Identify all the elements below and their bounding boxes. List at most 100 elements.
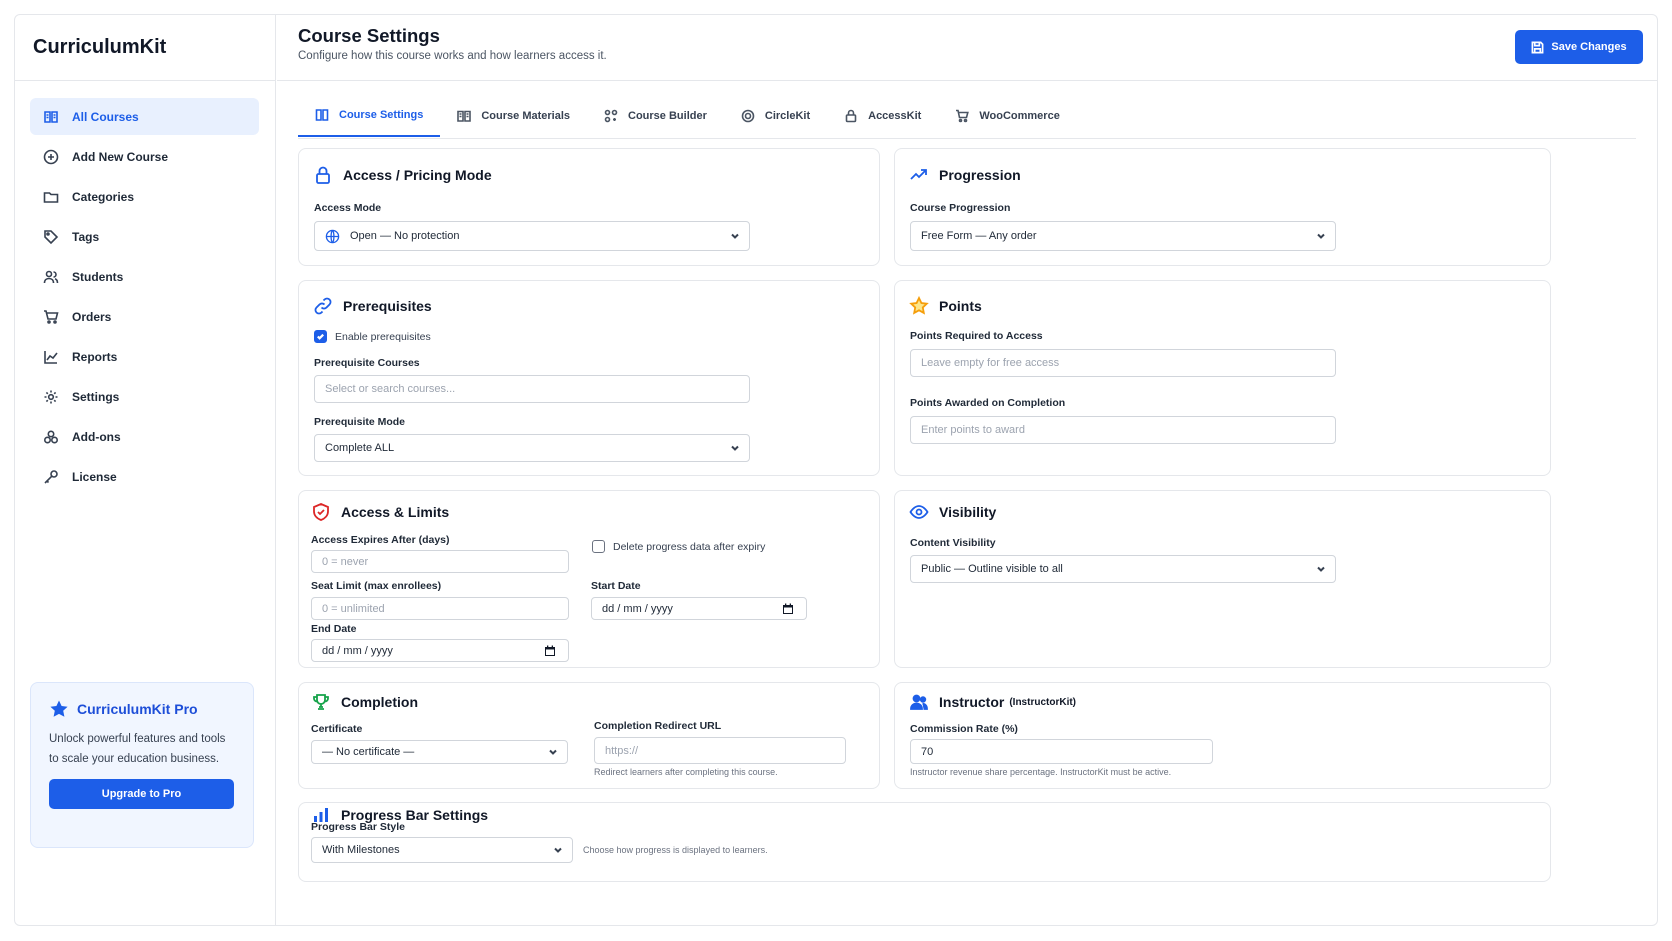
- tab-course-materials[interactable]: Course Materials: [440, 95, 587, 137]
- upgrade-button[interactable]: Upgrade to Pro: [49, 779, 234, 809]
- tab-course-settings[interactable]: Course Settings: [298, 95, 441, 137]
- visibility-title: Visibility: [939, 504, 997, 520]
- progression-card: Progression Course Progression Free Form…: [894, 148, 1551, 266]
- certificate-value: — No certificate —: [322, 746, 415, 758]
- delete-progress-label: Delete progress data after expiry: [613, 540, 766, 553]
- pro-promo-text: Unlock powerful features and tools to sc…: [49, 733, 226, 765]
- sidebar-item-label: All Courses: [72, 109, 139, 124]
- book-icon: [42, 108, 60, 126]
- completion-card: Completion Certificate — No certificate …: [298, 682, 880, 789]
- progress-bar-style-value: With Milestones: [322, 844, 400, 856]
- redirect-url-input[interactable]: https://: [594, 737, 846, 764]
- sidebar-item-students[interactable]: Students: [30, 258, 259, 295]
- builder-icon: [604, 109, 618, 123]
- certificate-label: Certificate: [311, 723, 363, 735]
- sidebar-item-label: Categories: [72, 189, 135, 204]
- chart-line-icon: [42, 348, 60, 366]
- star-icon: [909, 296, 929, 315]
- access-expires-input[interactable]: 0 = never: [311, 550, 569, 573]
- start-date-value: dd / mm / yyyy: [602, 602, 673, 615]
- cart-icon: [956, 109, 970, 123]
- sidebar-item-all-courses[interactable]: All Courses: [30, 98, 259, 135]
- delete-progress-checkbox[interactable]: Delete progress data after expiry: [592, 540, 765, 553]
- access-expires-label: Access Expires After (days): [311, 534, 450, 546]
- certificate-select[interactable]: — No certificate —: [311, 740, 568, 764]
- calendar-icon: [545, 645, 555, 656]
- sidebar-item-categories[interactable]: Categories: [30, 178, 259, 215]
- tab-label: Course Builder: [628, 110, 707, 122]
- pro-promo-card: CurriculumKit Pro Unlock powerful featur…: [30, 682, 254, 848]
- page-title: Course Settings: [298, 25, 440, 46]
- access-title: Access / Pricing Mode: [343, 167, 492, 183]
- sidebar-item-tags[interactable]: Tags: [30, 218, 259, 255]
- prerequisite-courses-input[interactable]: Select or search courses...: [314, 375, 750, 403]
- chevron-down-icon: [1317, 566, 1325, 572]
- access-mode-select[interactable]: Open — No protection: [314, 221, 750, 251]
- end-date-value: dd / mm / yyyy: [322, 644, 393, 657]
- sidebar-nav: All Courses Add New Course Categories Ta…: [30, 98, 259, 498]
- circle-icon: [741, 109, 755, 123]
- sidebar-item-orders[interactable]: Orders: [30, 298, 259, 335]
- lock-icon: [316, 166, 330, 184]
- course-progression-select[interactable]: Free Form — Any order: [910, 221, 1336, 251]
- tab-woocommerce[interactable]: WooCommerce: [938, 95, 1076, 137]
- tab-label: Course Materials: [481, 110, 571, 122]
- prerequisite-mode-select[interactable]: Complete ALL: [314, 434, 750, 462]
- sidebar-item-label: Tags: [72, 229, 100, 244]
- brand-logo: CurriculumKit: [15, 15, 275, 81]
- instructor-title-suffix: (InstructorKit): [1009, 696, 1077, 708]
- sidebar-item-add-ons[interactable]: Add-ons: [30, 418, 259, 455]
- sidebar-item-license[interactable]: License: [30, 458, 259, 495]
- tab-label: WooCommerce: [979, 110, 1060, 122]
- redirect-url-label: Completion Redirect URL: [594, 720, 722, 732]
- end-date-input[interactable]: dd / mm / yyyy: [311, 639, 569, 662]
- sidebar-item-settings[interactable]: Settings: [30, 378, 259, 415]
- page-header: Course Settings Configure how this cours…: [277, 15, 1657, 81]
- end-date-label: End Date: [311, 623, 357, 635]
- sidebar-item-label: Add-ons: [72, 429, 121, 444]
- pro-promo-title: CurriculumKit Pro: [77, 701, 198, 717]
- sidebar-item-reports[interactable]: Reports: [30, 338, 259, 375]
- card-title: Points: [909, 296, 982, 316]
- seat-limit-label: Seat Limit (max enrollees): [311, 580, 442, 592]
- points-required-input[interactable]: Leave empty for free access: [910, 349, 1336, 377]
- points-awarded-input[interactable]: Enter points to award: [910, 416, 1336, 444]
- seat-limit-input[interactable]: 0 = unlimited: [311, 597, 569, 620]
- chevron-down-icon: [554, 847, 562, 853]
- main-content: Course Settings Configure how this cours…: [277, 15, 1657, 925]
- tab-circlekit[interactable]: CircleKit: [724, 95, 827, 137]
- eye-icon: [909, 505, 929, 519]
- sidebar-item-add-new-course[interactable]: Add New Course: [30, 138, 259, 175]
- prerequisite-mode-value: Complete ALL: [325, 442, 395, 454]
- progress-bar-hint: Choose how progress is displayed to lear…: [583, 845, 768, 855]
- content-visibility-select[interactable]: Public — Outline visible to all: [910, 555, 1336, 583]
- tab-accesskit[interactable]: AccessKit: [827, 95, 938, 137]
- points-required-label: Points Required to Access: [910, 330, 1043, 342]
- save-button[interactable]: Save Changes: [1515, 30, 1643, 64]
- tab-label: CircleKit: [764, 110, 811, 122]
- sidebar-item-label: Settings: [72, 389, 120, 404]
- tab-course-builder[interactable]: Course Builder: [587, 95, 724, 137]
- card-title: Visibility: [909, 502, 996, 522]
- points-card: Points Points Required to Access Leave e…: [894, 280, 1551, 476]
- content-visibility-label: Content Visibility: [910, 537, 996, 549]
- progression-title: Progression: [939, 167, 1021, 183]
- book-open-icon: [457, 110, 472, 122]
- sidebar-item-label: License: [72, 469, 117, 484]
- card-title: Progression: [909, 165, 1021, 185]
- progress-bar-style-select[interactable]: With Milestones: [311, 837, 573, 863]
- commission-rate-input[interactable]: 70: [910, 739, 1213, 764]
- card-title: Access & Limits: [311, 502, 449, 522]
- course-progression-label: Course Progression: [910, 202, 1011, 214]
- tab-bar: Course Settings Course Materials Course …: [298, 95, 1636, 139]
- start-date-input[interactable]: dd / mm / yyyy: [591, 597, 807, 620]
- checkbox-checked-icon: [314, 330, 327, 343]
- tab-label: AccessKit: [868, 110, 922, 122]
- enable-prerequisites-label: Enable prerequisites: [335, 330, 431, 343]
- tab-label: Course Settings: [339, 109, 424, 121]
- instructor-title: Instructor: [939, 694, 1005, 710]
- book-icon: [315, 109, 329, 121]
- plus-circle-icon: [42, 148, 60, 166]
- enable-prerequisites-checkbox[interactable]: Enable prerequisites: [314, 330, 431, 343]
- course-progression-value: Free Form — Any order: [921, 230, 1037, 242]
